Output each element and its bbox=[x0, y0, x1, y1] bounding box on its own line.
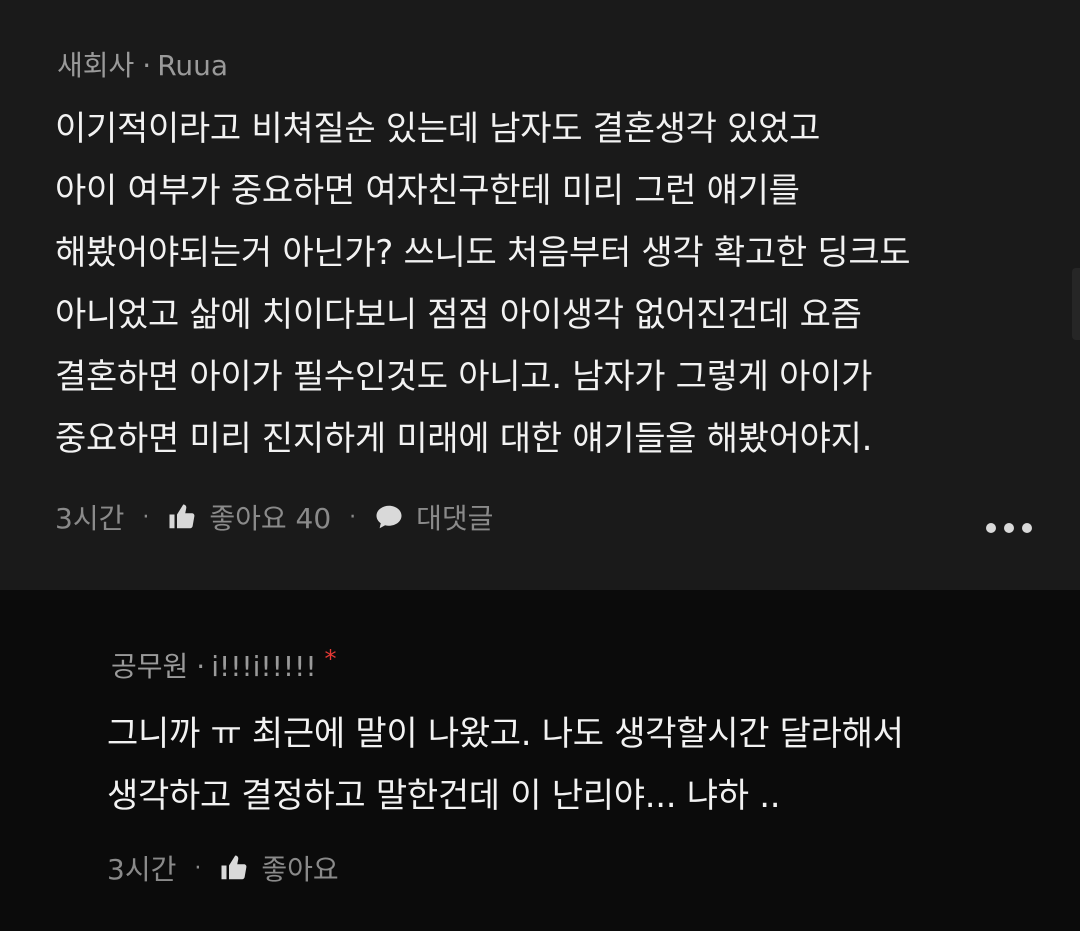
author-username: Ruua bbox=[157, 49, 229, 82]
reply-author-company: 공무원 bbox=[111, 650, 189, 683]
comment-thread: 새회사 · Ruua 이기적이라고 비쳐질순 있는데 남자도 결혼생각 있었고 아이… bbox=[0, 0, 1080, 931]
meta-separator: · bbox=[349, 504, 357, 530]
more-dots-icon bbox=[1022, 523, 1032, 533]
meta-separator: · bbox=[142, 504, 150, 530]
comment-meta: 3시간 · 좋아요 40 · 대댓글 bbox=[55, 497, 493, 537]
reply-meta: 3시간 · 좋아요 bbox=[107, 848, 339, 888]
more-dots-icon bbox=[986, 523, 996, 533]
more-dots-icon bbox=[1004, 523, 1014, 533]
thumbs-up-icon bbox=[219, 853, 249, 883]
author-separator: · bbox=[142, 49, 152, 82]
thumbs-up-icon bbox=[167, 502, 197, 532]
more-options-button[interactable] bbox=[986, 518, 1032, 538]
speech-bubble-icon bbox=[374, 502, 404, 532]
reply-time: 3시간 bbox=[107, 853, 177, 886]
original-poster-marker: * bbox=[324, 645, 337, 673]
comment-time: 3시간 bbox=[55, 502, 125, 535]
reply-like-button[interactable]: 좋아요 bbox=[219, 848, 339, 888]
reply-body: 그니까 ㅠ 최근에 말이 나왔고. 나도 생각할시간 달라해서 생각하고 결정하… bbox=[107, 714, 904, 816]
comment-body: 이기적이라고 비쳐질순 있는데 남자도 결혼생각 있었고 아이 여부가 중요하면… bbox=[55, 109, 911, 459]
comment-card: 새회사 · Ruua 이기적이라고 비쳐질순 있는데 남자도 결혼생각 있었고 아이… bbox=[0, 0, 1080, 590]
reply-label: 대댓글 bbox=[416, 502, 494, 535]
reply-button[interactable]: 대댓글 bbox=[374, 497, 493, 537]
meta-separator: · bbox=[194, 855, 202, 881]
author-company: 새회사 bbox=[57, 49, 135, 82]
reply-author-username: i!!!i!!!!! bbox=[211, 650, 317, 683]
scrollbar[interactable] bbox=[1072, 268, 1080, 340]
reply-author[interactable]: 공무원 · i!!!i!!!!! * bbox=[111, 645, 337, 685]
reply-like-label: 좋아요 bbox=[261, 853, 339, 886]
like-button[interactable]: 좋아요 40 bbox=[167, 497, 331, 537]
like-count-label: 좋아요 40 bbox=[209, 502, 332, 535]
comment-author[interactable]: 새회사 · Ruua bbox=[57, 44, 228, 84]
author-separator: · bbox=[196, 650, 206, 683]
